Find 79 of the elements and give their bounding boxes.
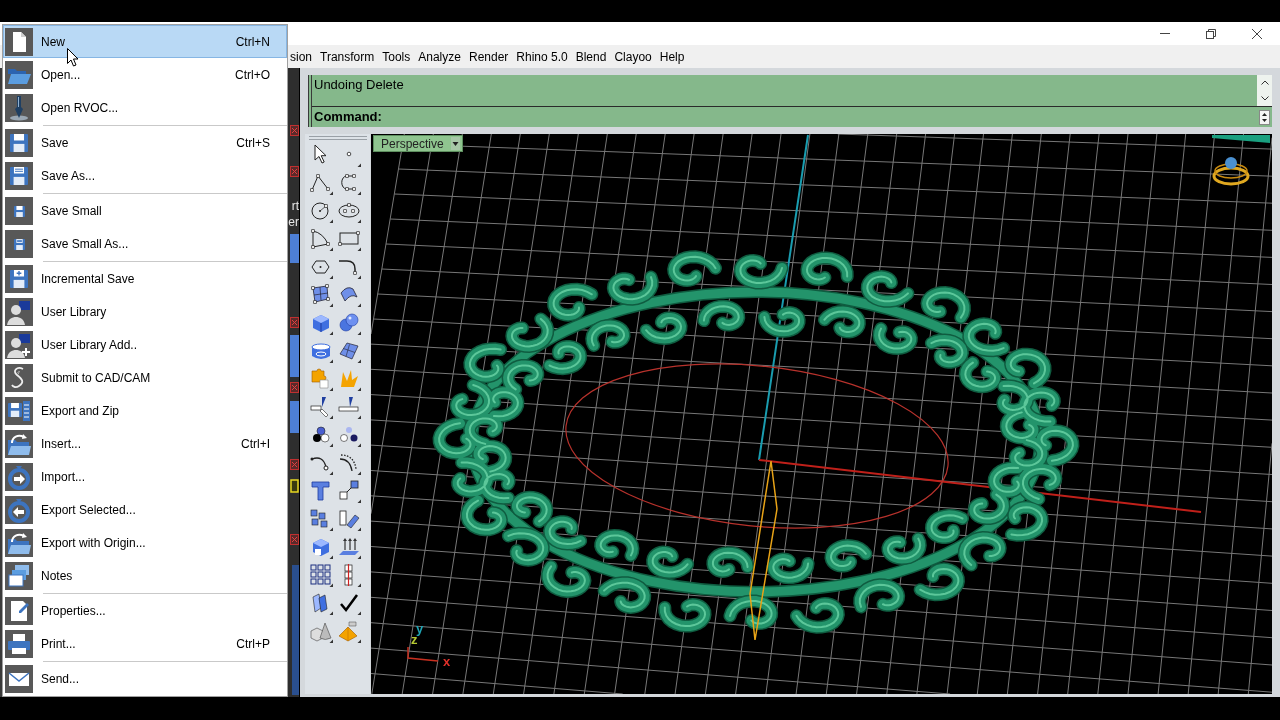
surface-grid-icon[interactable] [309, 283, 333, 307]
axis-label: x [443, 654, 451, 669]
mouse-cursor-icon [67, 48, 79, 67]
polyline-icon[interactable] [309, 171, 333, 195]
file-menu-item[interactable]: Open... Ctrl+O [3, 58, 287, 91]
file-menu-item[interactable]: User Library Add.. [3, 328, 287, 361]
file-menu-item[interactable]: Import... [3, 460, 287, 493]
panel-strip [290, 234, 299, 263]
file-menu-item[interactable]: Save Small [3, 194, 287, 227]
swirl-logo-icon [5, 363, 33, 392]
toolbar-grip[interactable] [309, 136, 367, 140]
menubar-item[interactable]: Blend [575, 47, 607, 66]
file-menu-item[interactable]: Save Small As... [3, 227, 287, 260]
rotate-icon[interactable] [337, 507, 361, 531]
file-menu-item[interactable]: Open RVOC... [3, 91, 287, 124]
stacked-cards-icon [5, 561, 33, 590]
printer-icon [5, 629, 33, 658]
file-menu-item[interactable]: Export and Zip [3, 394, 287, 427]
close-icon[interactable] [1252, 28, 1262, 39]
file-menu-item[interactable]: Notes [3, 559, 287, 592]
menubar-item[interactable]: Clayoo [614, 47, 652, 66]
file-menu-item[interactable]: New Ctrl+N [3, 25, 287, 58]
split-icon[interactable] [337, 395, 361, 419]
user-plus-icon [5, 330, 33, 359]
file-menu-item[interactable]: Incremental Save [3, 262, 287, 295]
mesh-icon[interactable] [337, 339, 361, 363]
caret-icon[interactable] [450, 137, 460, 150]
menubar-item[interactable]: Rhino 5.0 [516, 47, 568, 66]
floppy-stack-icon [5, 396, 33, 425]
page-pen-icon [5, 596, 33, 625]
t-beam-icon[interactable] [309, 479, 333, 503]
file-menu-item[interactable]: User Library [3, 295, 287, 328]
ring-icon [1212, 157, 1250, 186]
menubar-item[interactable]: Tools [382, 47, 411, 66]
axis-label: y [416, 621, 424, 636]
file-menu-item[interactable]: Save As... [3, 159, 287, 192]
file-menu-item[interactable]: Insert... Ctrl+I [3, 427, 287, 460]
file-menu-item[interactable]: Save Ctrl+S [3, 126, 287, 159]
viewport-tab[interactable]: Perspective [373, 135, 463, 152]
surface-edge [1212, 135, 1270, 143]
file-menu-item[interactable]: Export with Origin... [3, 526, 287, 559]
file-menu-item[interactable]: Export Selected... [3, 493, 287, 526]
menubar-item[interactable]: Transform [320, 47, 375, 66]
menubar-item[interactable]: Analyze [418, 47, 461, 66]
file-menu-item[interactable]: Send... [3, 662, 287, 695]
envelope-icon [5, 664, 33, 693]
scale-icon[interactable] [337, 479, 361, 503]
axis-icon [407, 646, 439, 662]
floppy-plus-icon [5, 264, 33, 293]
panel-strip [290, 401, 299, 433]
history-scrollbar[interactable] [1257, 75, 1272, 106]
marker-square-icon [290, 479, 299, 493]
file-menu-item[interactable]: Properties... [3, 594, 287, 627]
file-menu-item[interactable]: Submit to CAD/CAM [3, 361, 287, 394]
menubar-item[interactable]: sion [290, 47, 312, 66]
scroll-up-icon[interactable] [1260, 80, 1269, 86]
stylus-icon [5, 93, 33, 122]
squares-array-icon[interactable] [309, 507, 333, 531]
panel-strip [290, 335, 299, 377]
spheres-icon[interactable] [337, 311, 361, 335]
restore-icon[interactable] [1206, 28, 1216, 39]
user-monitor-icon [5, 297, 33, 326]
trim-icon[interactable] [309, 395, 333, 419]
scroll-down-icon[interactable] [1260, 95, 1269, 101]
polygon-icon[interactable] [309, 227, 333, 251]
blank-page-icon [5, 27, 33, 56]
panels-icon[interactable] [309, 591, 333, 615]
menubar-item[interactable]: Render [468, 47, 509, 66]
menubar-item[interactable]: Help [659, 47, 685, 66]
open-folder-icon [5, 60, 33, 89]
panel-label: er [288, 215, 299, 229]
command-label: Command: [313, 108, 382, 127]
spinner-arrows-icon[interactable] [1259, 109, 1270, 125]
panel-label: rt [291, 199, 299, 213]
circle-icon[interactable] [309, 199, 333, 223]
file-menu-item[interactable]: Print... Ctrl+P [3, 627, 287, 660]
history-text: Undoing Delete [313, 76, 405, 94]
grid-array-icon[interactable] [309, 563, 333, 587]
offset-curve-icon[interactable] [337, 451, 361, 475]
